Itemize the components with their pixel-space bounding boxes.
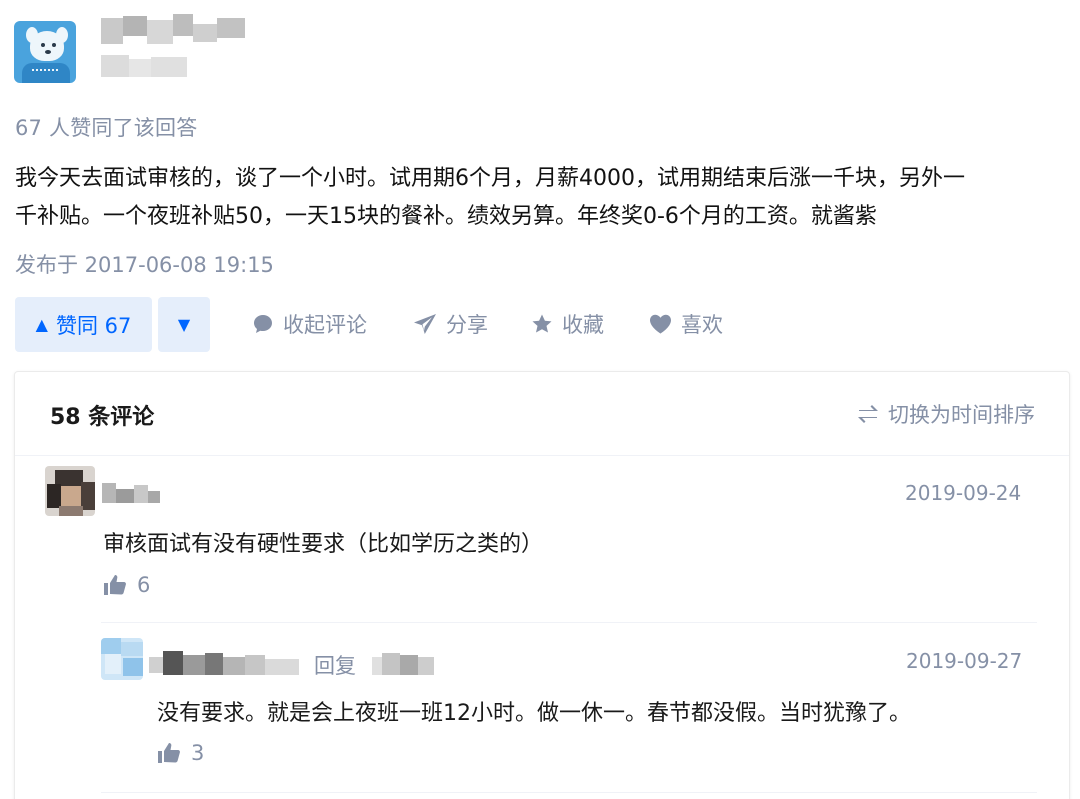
paper-plane-icon (414, 314, 436, 334)
switch-arrows-icon (858, 405, 878, 423)
comments-panel: 58 条评论 切换为时间排序 2019-09-24 审核面试有没有硬性要求（比如… (14, 371, 1070, 799)
like-label: 喜欢 (681, 313, 723, 337)
dog-body (22, 63, 70, 83)
triangle-up-icon: ▲ (35, 315, 48, 334)
collapse-comments-label: 收起评论 (283, 313, 367, 337)
comment-like-button[interactable]: 3 (157, 741, 204, 765)
vote-count-line: 67 人赞同了该回答 (15, 116, 198, 140)
share-button[interactable]: 分享 (412, 307, 488, 341)
answer-page: 67 人赞同了该回答 我今天去面试审核的，谈了一个小时。试用期6个月，月薪400… (0, 0, 1080, 799)
comment-like-count: 3 (191, 741, 205, 765)
comment-text: 审核面试有没有硬性要求（比如学历之类的） (103, 532, 544, 557)
comment-text: 没有要求。就是会上夜班一班12小时。做一休一。春节都没假。当时犹豫了。 (157, 701, 911, 726)
divider (101, 792, 1037, 793)
star-icon (532, 314, 552, 333)
comment-avatar[interactable] (101, 638, 143, 680)
collapse-comments-button[interactable]: 收起评论 (251, 307, 367, 341)
dog-nose (45, 50, 51, 54)
divider (101, 622, 1037, 623)
reply-author-blurred[interactable] (149, 651, 301, 677)
sort-toggle-button[interactable]: 切换为时间排序 (856, 399, 1035, 429)
heart-icon (650, 314, 671, 334)
favorite-label: 收藏 (562, 313, 604, 337)
thumbs-up-icon (158, 743, 180, 763)
author-name-blurred[interactable] (101, 14, 246, 48)
divider (15, 455, 1069, 456)
publish-time[interactable]: 发布于 2017-06-08 19:15 (15, 249, 274, 279)
dog-eye-right (52, 43, 56, 47)
dog-eye-left (41, 43, 45, 47)
answer-content: 我今天去面试审核的，谈了一个小时。试用期6个月，月薪4000，试用期结束后涨一千… (15, 160, 1065, 236)
author-headline-blurred (101, 55, 189, 79)
comment-bubble-icon (254, 315, 272, 333)
downvote-button[interactable]: ▼ (158, 297, 210, 352)
comment-date: 2019-09-27 (906, 649, 1023, 673)
like-button[interactable]: 喜欢 (648, 307, 723, 341)
answer-line: 千补贴。一个夜班补贴50，一天15块的餐补。绩效另算。年终奖0-6个月的工资。就… (15, 204, 877, 229)
comment-like-button[interactable]: 6 (103, 573, 150, 597)
upvote-button[interactable]: ▲ 赞同 67 (15, 297, 152, 352)
upvote-label: 赞同 67 (55, 313, 132, 338)
answer-line: 我今天去面试审核的，谈了一个小时。试用期6个月，月薪4000，试用期结束后涨一千… (15, 166, 965, 191)
author-avatar[interactable] (14, 21, 76, 83)
dog-avatar-icon (30, 31, 64, 61)
thumbs-up-icon (104, 575, 126, 595)
sort-toggle-label: 切换为时间排序 (888, 403, 1035, 427)
comments-count-title: 58 条评论 (50, 405, 155, 430)
comment-like-count: 6 (137, 573, 151, 597)
share-label: 分享 (446, 313, 488, 337)
favorite-button[interactable]: 收藏 (530, 307, 604, 341)
comment-author-blurred[interactable] (102, 481, 162, 505)
reply-to-blurred[interactable] (372, 651, 436, 677)
triangle-down-icon: ▼ (177, 315, 191, 334)
comment-date: 2019-09-24 (905, 481, 1022, 505)
comment-avatar[interactable] (45, 466, 95, 516)
reply-word: 回复 (314, 654, 356, 678)
